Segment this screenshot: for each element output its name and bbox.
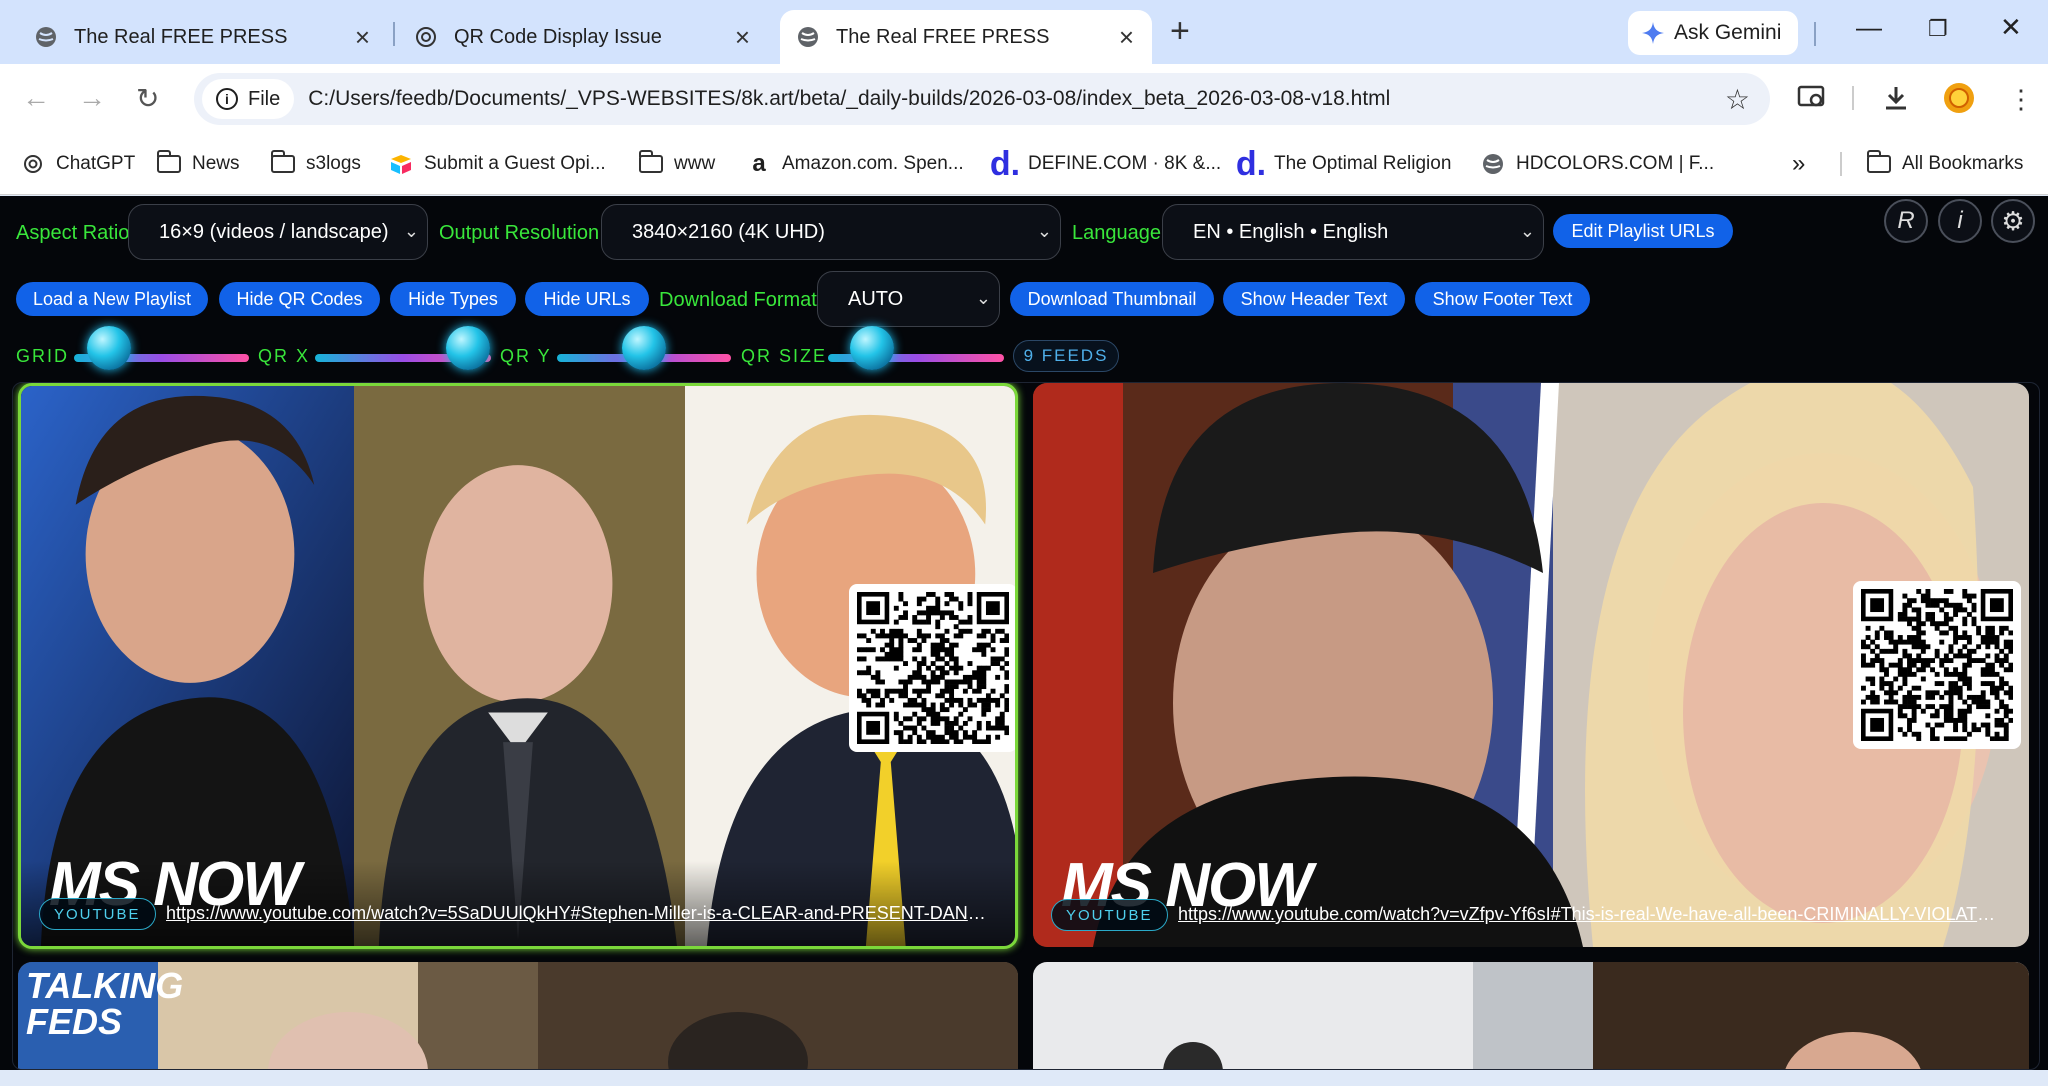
download-format-value: AUTO [848,287,904,310]
aspect-ratio-value: 16×9 (videos / landscape) [159,220,389,243]
feed-card[interactable]: MS NOW YOUTUBE https://www.youtube.com/w… [1033,383,2029,947]
hide-qr-codes-button[interactable]: Hide QR Codes [219,282,380,316]
video-url-link[interactable]: https://www.youtube.com/watch?v=5SaDUUlQ… [166,903,993,924]
show-footer-text-button[interactable]: Show Footer Text [1415,282,1590,316]
feeds-count-badge: 9 FEEDS [1013,340,1119,372]
download-format-label: Download Format [659,289,817,311]
feed-card[interactable]: MS NOW YOUTUBE https://www.youtube.com/w… [18,383,1018,949]
type-badge: YOUTUBE [1051,899,1168,931]
app-viewport: Aspect Ratio 16×9 (videos / landscape) ⌄ … [0,0,2048,1086]
qr-code [849,584,1015,752]
download-thumbnail-button[interactable]: Download Thumbnail [1010,282,1214,316]
output-resolution-label: Output Resolution [439,222,600,244]
hide-types-button[interactable]: Hide Types [390,282,516,316]
language-select[interactable]: EN • English • English ⌄ [1162,204,1544,260]
chevron-down-icon: ⌄ [1519,221,1535,241]
output-resolution-select[interactable]: 3840×2160 (4K UHD) ⌄ [601,204,1061,260]
aspect-ratio-label: Aspect Ratio [16,222,130,244]
edit-playlist-urls-button[interactable]: Edit Playlist URLs [1553,214,1733,248]
download-format-select[interactable]: AUTO ⌄ [817,271,1000,327]
output-resolution-value: 3840×2160 (4K UHD) [632,220,825,243]
video-url-link[interactable]: https://www.youtube.com/watch?v=vZfpv-Yf… [1178,904,2007,925]
video-thumbnail [1033,962,2029,1069]
show-header-text-button[interactable]: Show Header Text [1223,282,1405,316]
grid-slider-label: GRID [16,346,69,366]
qr-code [1853,581,2021,749]
type-badge: YOUTUBE [39,898,156,930]
feed-grid: MS NOW YOUTUBE https://www.youtube.com/w… [12,382,2040,1070]
chevron-down-icon: ⌄ [403,221,419,241]
qr-size-slider-label: QR SIZE [741,346,828,366]
qr-code-pattern [857,592,1010,745]
aspect-ratio-select[interactable]: 16×9 (videos / landscape) ⌄ [128,204,428,260]
qr-size-slider-thumb[interactable] [850,326,894,370]
qr-y-slider-label: QR Y [500,346,552,366]
qr-x-slider-label: QR X [258,346,311,366]
settings-gear-icon[interactable]: ⚙ [1991,199,2035,243]
grid-slider-thumb[interactable] [87,326,131,370]
load-playlist-button[interactable]: Load a New Playlist [16,282,208,316]
chevron-down-icon: ⌄ [975,288,991,308]
language-label: Language [1072,222,1161,244]
qr-y-slider-thumb[interactable] [622,326,666,370]
language-value: EN • English • English [1193,220,1389,243]
feed-card[interactable] [1033,962,2029,1069]
r-button[interactable]: R [1884,199,1928,243]
qr-x-slider-thumb[interactable] [446,326,491,370]
hide-urls-button[interactable]: Hide URLs [525,282,649,316]
feed-card[interactable]: TALKING FEDS [18,962,1018,1069]
info-button[interactable]: i [1938,199,1982,243]
qr-code-pattern [1861,589,2014,742]
chevron-down-icon: ⌄ [1036,221,1052,241]
talking-feds-logo: TALKING FEDS [26,965,184,1042]
